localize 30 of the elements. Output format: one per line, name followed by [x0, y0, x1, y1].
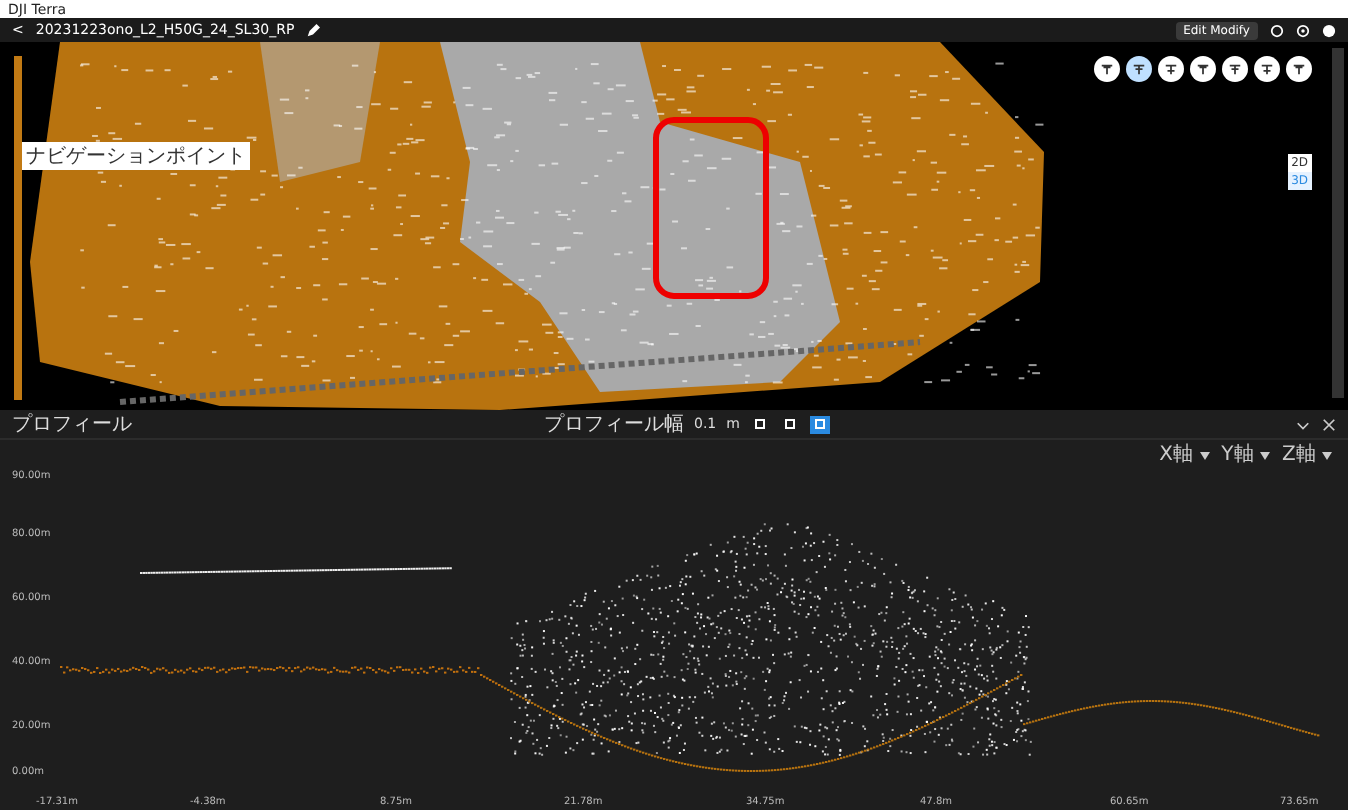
profile-width-label: プロフィール幅: [544, 411, 684, 438]
caret-icon: [1322, 452, 1332, 460]
tool-icon: [1132, 62, 1146, 76]
close-icon[interactable]: [1322, 417, 1336, 431]
axis-dropdown[interactable]: Z軸: [1281, 440, 1332, 466]
caret-icon: [1199, 452, 1210, 460]
tool-icon: [1228, 62, 1242, 76]
map-tool-button[interactable]: [1286, 56, 1312, 82]
profile-title: プロフィール: [12, 411, 132, 438]
map-tool-button[interactable]: [1158, 56, 1184, 82]
profile-view-button[interactable]: [749, 415, 770, 433]
height-label: ナビゲーションポイント: [22, 142, 250, 170]
axis-dropdown[interactable]: Y軸: [1221, 440, 1270, 466]
profile-view-button[interactable]: [809, 415, 830, 433]
tool-icon: [1260, 62, 1274, 76]
profile-view-button[interactable]: [779, 415, 800, 433]
caret-icon: [1259, 452, 1270, 460]
tool-icon: [1292, 62, 1306, 76]
axis-dropdown[interactable]: X軸: [1159, 440, 1210, 466]
map-tool-button[interactable]: [1254, 56, 1280, 82]
tool-icon: [1196, 62, 1210, 76]
scrollbar[interactable]: [1332, 48, 1344, 398]
chevron-icon[interactable]: [1296, 417, 1310, 431]
pencil-icon[interactable]: [306, 23, 321, 37]
tool-icon: [1100, 62, 1114, 76]
map-tool-button[interactable]: [1094, 56, 1120, 82]
tool-icon: [1164, 62, 1178, 76]
map-tool-button[interactable]: [1222, 56, 1248, 82]
map-tool-button[interactable]: [1126, 56, 1152, 82]
map-tool-button[interactable]: [1190, 56, 1216, 82]
